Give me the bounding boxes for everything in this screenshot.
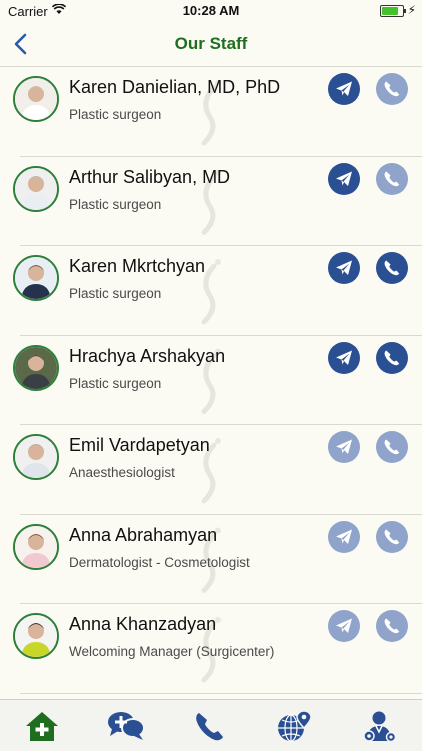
message-button[interactable]: [328, 252, 360, 284]
staff-name: Anna Abrahamyan: [69, 524, 218, 545]
staff-role: Anaesthesiologist: [69, 465, 175, 480]
page-title: Our Staff: [174, 34, 248, 53]
staff-row[interactable]: Karen Mkrtchyan Plastic surgeon: [0, 246, 422, 336]
staff-photo: [13, 434, 59, 480]
tab-locations[interactable]: [274, 708, 314, 744]
home-plus-icon: [26, 712, 58, 741]
staff-photo: [13, 255, 59, 301]
message-button[interactable]: [328, 431, 360, 463]
staff-name: Karen Mkrtchyan: [69, 256, 206, 276]
charging-icon: ⚡: [407, 3, 416, 17]
clock: 10:28 AM: [182, 3, 240, 18]
staff-row[interactable]: Hrachya Arshakyan Plastic surgeon: [0, 336, 422, 425]
phone-icon: [196, 713, 223, 741]
staff-role: Welcoming Manager (Surgicenter): [69, 644, 275, 659]
staff-settings-icon: [363, 711, 397, 743]
staff-row[interactable]: Arthur Salibyan, MD Plastic surgeon: [0, 157, 422, 246]
staff-row[interactable]: Anna Abrahamyan Dermatologist - Cosmetolo…: [0, 515, 422, 604]
phone-icon: [384, 439, 400, 455]
send-icon: [336, 350, 352, 365]
staff-role: Plastic surgeon: [69, 286, 162, 301]
chat-bubbles-icon: [108, 712, 145, 740]
phone-icon: [384, 618, 400, 634]
phone-icon: [384, 350, 400, 365]
globe-pin-icon: [278, 710, 312, 742]
staff-name: Anna Khanzadyan: [69, 614, 217, 634]
staff-photo: [13, 76, 59, 122]
send-icon: [336, 439, 352, 454]
staff-photo: [13, 344, 59, 391]
staff-name: Emil Vardapetyan: [69, 435, 210, 455]
staff-row[interactable]: Karen Danielian, MD, PhD Plastic surgeon: [0, 67, 422, 157]
message-button[interactable]: [328, 341, 360, 374]
status-bar: Carrier 10:28 AM ⚡: [0, 0, 422, 22]
phone-icon: [384, 171, 400, 186]
send-icon: [336, 171, 352, 186]
call-button[interactable]: [376, 73, 408, 105]
call-button[interactable]: [376, 610, 408, 642]
tab-chat[interactable]: [106, 708, 146, 744]
call-button[interactable]: [376, 162, 408, 195]
staff-role: Dermatologist - Cosmetologist: [69, 554, 250, 570]
staff-name: Hrachya Arshakyan: [69, 345, 226, 366]
staff-photo: [13, 613, 59, 659]
send-icon: [336, 618, 352, 633]
message-button[interactable]: [328, 162, 360, 195]
row-divider: [20, 692, 422, 694]
phone-icon: [384, 81, 400, 97]
tab-staff[interactable]: [360, 708, 400, 744]
call-button[interactable]: [376, 431, 408, 463]
send-icon: [336, 260, 352, 275]
staff-name: Arthur Salibyan, MD: [69, 166, 231, 187]
tab-home[interactable]: [22, 708, 62, 744]
staff-photo: [13, 523, 59, 570]
send-icon: [336, 81, 352, 96]
send-icon: [336, 529, 352, 544]
staff-role: Plastic surgeon: [69, 107, 162, 122]
navigation-bar: Our Staff: [0, 22, 422, 67]
staff-row[interactable]: Emil Vardapetyan Anaesthesiologist: [0, 425, 422, 515]
tab-bar: [0, 699, 422, 751]
message-button[interactable]: [328, 520, 360, 553]
staff-photo: [13, 165, 59, 212]
staff-role: Plastic surgeon: [69, 196, 162, 212]
message-button[interactable]: [328, 73, 360, 105]
staff-row[interactable]: Anna Khanzadyan Welcoming Manager (Surgic…: [0, 604, 422, 694]
staff-name: Karen Danielian, MD, PhD: [69, 77, 281, 97]
tab-call[interactable]: [190, 708, 230, 744]
battery-icon: [380, 5, 406, 17]
staff-list[interactable]: Karen Danielian, MD, PhD Plastic surgeon A…: [0, 67, 422, 699]
call-button[interactable]: [376, 252, 408, 284]
call-button[interactable]: [376, 341, 408, 374]
phone-icon: [384, 260, 400, 276]
message-button[interactable]: [328, 610, 360, 642]
phone-icon: [384, 529, 400, 544]
staff-role: Plastic surgeon: [69, 375, 162, 391]
call-button[interactable]: [376, 520, 408, 553]
